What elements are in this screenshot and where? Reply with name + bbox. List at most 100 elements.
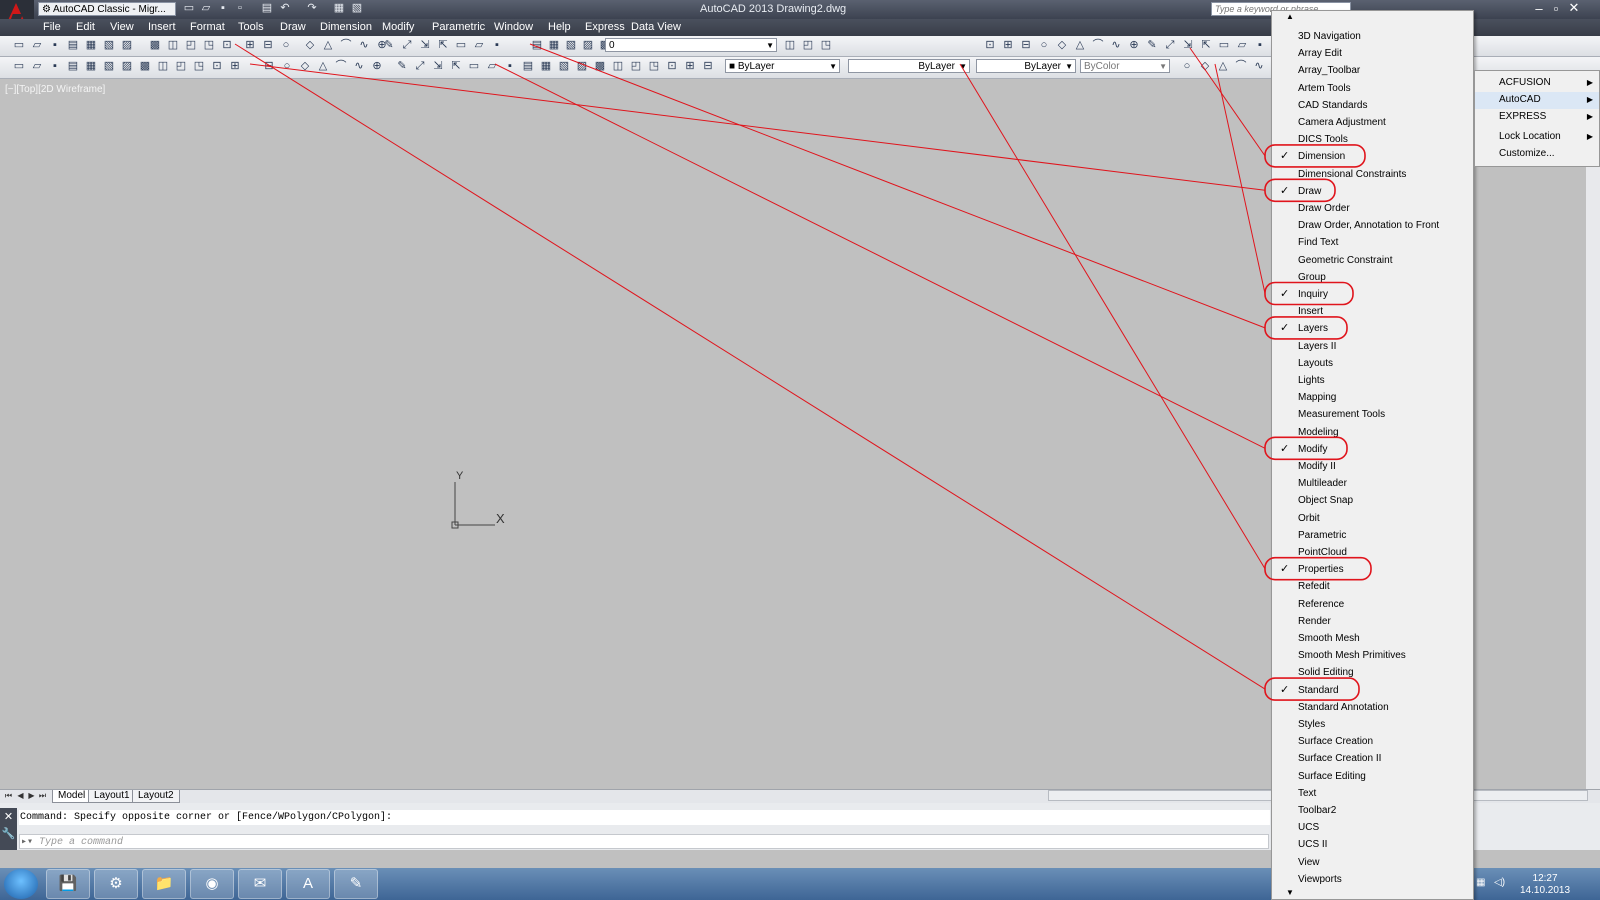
toolbar-button-icon[interactable]: ⇲	[431, 60, 445, 73]
menu-item-solid-editing[interactable]: Solid Editing	[1272, 664, 1473, 681]
toolbar-button-icon[interactable]: ⌒	[1234, 60, 1248, 73]
toolbar-button-icon[interactable]: ⇲	[418, 39, 432, 52]
menu-item-draw-order-annotation-to-front[interactable]: Draw Order, Annotation to Front	[1272, 217, 1473, 234]
toolbar-button-icon[interactable]: ▪	[490, 39, 504, 52]
undo-icon[interactable]: ↶	[278, 2, 292, 15]
first-tab-icon[interactable]: ⏮	[4, 790, 13, 801]
toolbar-button-icon[interactable]: ▪	[48, 39, 62, 52]
toolbar-button-icon[interactable]: ⤢	[1163, 39, 1177, 52]
menu-item-toolbar2[interactable]: Toolbar2	[1272, 802, 1473, 819]
menu-item-measurement-tools[interactable]: Measurement Tools	[1272, 406, 1473, 423]
layer-dropdown[interactable]: 0 ▼	[605, 38, 777, 52]
toolbar-button-icon[interactable]: ▩	[138, 60, 152, 73]
menu-item-layers[interactable]: ✓ Layers	[1272, 320, 1473, 337]
toolbar-button-icon[interactable]: ▪	[503, 60, 517, 73]
tray-network-icon[interactable]: ▦	[1476, 877, 1485, 888]
menu-item-object-snap[interactable]: Object Snap	[1272, 492, 1473, 509]
toolbar-button-icon[interactable]: ∿	[352, 60, 366, 73]
menu-item-multileader[interactable]: Multileader	[1272, 475, 1473, 492]
toolbar-button-icon[interactable]: ○	[280, 60, 294, 73]
toolbar-button-icon[interactable]: ◫	[156, 60, 170, 73]
toolbar-button-icon[interactable]: ▱	[472, 39, 486, 52]
toolbar-button-icon[interactable]: ▤	[530, 39, 544, 52]
toolbar-button-icon[interactable]: ▱	[30, 60, 44, 73]
toolbar-button-icon[interactable]: ◇	[298, 60, 312, 73]
prev-tab-icon[interactable]: ◀	[16, 790, 25, 801]
toolbar-button-icon[interactable]: ◳	[819, 39, 833, 52]
close-icon[interactable]: ✕	[0, 810, 17, 823]
toolbar-button-icon[interactable]: ⊕	[370, 60, 384, 73]
last-tab-icon[interactable]: ⏭	[38, 790, 47, 801]
toolbar-button-icon[interactable]: ▤	[66, 39, 80, 52]
viewport-controls[interactable]: [−][Top][2D Wireframe]	[5, 84, 105, 95]
menu-view[interactable]: View	[110, 21, 134, 33]
toolbar-button-icon[interactable]: ○	[279, 39, 293, 52]
toolbar-button-icon[interactable]: △	[1073, 39, 1087, 52]
toolbar-button-icon[interactable]: ▭	[1217, 39, 1231, 52]
menu-item-cad-standards[interactable]: CAD Standards	[1272, 97, 1473, 114]
wrench-icon[interactable]: 🔧	[0, 827, 17, 840]
toolbar-button-icon[interactable]: ▨	[120, 39, 134, 52]
minimize-icon[interactable]: –	[1531, 1, 1547, 17]
toolbar-button-icon[interactable]: ▱	[1235, 39, 1249, 52]
save-icon[interactable]: ▪	[216, 2, 230, 15]
paint-app-icon[interactable]: ✎	[334, 869, 378, 899]
menu-item-smooth-mesh-primitives[interactable]: Smooth Mesh Primitives	[1272, 647, 1473, 664]
menu-item-pointcloud[interactable]: PointCloud	[1272, 544, 1473, 561]
menu-item-find-text[interactable]: Find Text	[1272, 234, 1473, 251]
toolbar-button-icon[interactable]: ▩	[148, 39, 162, 52]
submenu-item-lock-location[interactable]: Lock Location ▶	[1475, 129, 1599, 146]
redo-icon[interactable]: ↷	[305, 2, 319, 15]
menu-item-viewports[interactable]: Viewports	[1272, 871, 1473, 888]
toolbar-button-icon[interactable]: ▧	[102, 60, 116, 73]
toolbar-button-icon[interactable]: ⊟	[1019, 39, 1033, 52]
toolbar-button-icon[interactable]: ◰	[629, 60, 643, 73]
print-icon[interactable]: ▦	[332, 2, 346, 15]
menu-item-dimensional-constraints[interactable]: Dimensional Constraints	[1272, 166, 1473, 183]
open-file-icon[interactable]: ▱	[199, 2, 213, 15]
menu-tools[interactable]: Tools	[238, 21, 264, 33]
menu-item-parametric[interactable]: Parametric	[1272, 527, 1473, 544]
toolbar-button-icon[interactable]: ▧	[102, 39, 116, 52]
toolbar-button-icon[interactable]: ◰	[801, 39, 815, 52]
menu-item-inquiry[interactable]: ✓ Inquiry	[1272, 286, 1473, 303]
plotstyle-dropdown[interactable]: ByColor ▼	[1080, 59, 1170, 73]
restore-icon[interactable]: ▫	[1548, 1, 1564, 17]
menu-file[interactable]: File	[43, 21, 61, 33]
menu-item-surface-editing[interactable]: Surface Editing	[1272, 768, 1473, 785]
toolbar-button-icon[interactable]: ⤢	[413, 60, 427, 73]
tab-model[interactable]: Model	[52, 790, 92, 803]
menu-item-draw-order[interactable]: Draw Order	[1272, 200, 1473, 217]
menu-item-array-edit[interactable]: Array Edit	[1272, 45, 1473, 62]
menu-item-insert[interactable]: Insert	[1272, 303, 1473, 320]
toolbar-button-icon[interactable]: ∿	[1252, 60, 1266, 73]
menu-window[interactable]: Window	[494, 21, 533, 33]
menu-scroll-up-icon[interactable]: ▲	[1286, 12, 1294, 21]
toolbar-button-icon[interactable]: ∿	[357, 39, 371, 52]
mail-app-icon[interactable]: ✉	[238, 869, 282, 899]
toolbar-button-icon[interactable]: △	[321, 39, 335, 52]
toolbar-button-icon[interactable]: ◳	[647, 60, 661, 73]
toolbar-button-icon[interactable]: △	[316, 60, 330, 73]
linetype-dropdown[interactable]: ByLayer ▼	[848, 59, 970, 73]
toolbar-button-icon[interactable]: ▦	[84, 60, 98, 73]
menu-item-dimension[interactable]: ✓ Dimension	[1272, 148, 1473, 165]
toolbar-button-icon[interactable]: ▨	[120, 60, 134, 73]
floppy-app-icon[interactable]: 💾	[46, 869, 90, 899]
menu-item-standard[interactable]: ✓ Standard	[1272, 682, 1473, 699]
toolbar-button-icon[interactable]: ⊡	[220, 39, 234, 52]
toolbar-button-icon[interactable]: ⌒	[339, 39, 353, 52]
save-as-icon[interactable]: ▫	[233, 2, 247, 15]
menu-item-standard-annotation[interactable]: Standard Annotation	[1272, 699, 1473, 716]
menu-express[interactable]: Express	[585, 21, 625, 33]
tab-layout2[interactable]: Layout2	[132, 790, 180, 803]
toolbar-button-icon[interactable]: ✎	[1145, 39, 1159, 52]
toolbar-button-icon[interactable]: ⊕	[1127, 39, 1141, 52]
toolbar-button-icon[interactable]: ⊡	[210, 60, 224, 73]
toolbar-button-icon[interactable]: ▧	[557, 60, 571, 73]
toolbar-button-icon[interactable]: ⇱	[1199, 39, 1213, 52]
menu-item-draw[interactable]: ✓ Draw	[1272, 183, 1473, 200]
menu-item-camera-adjustment[interactable]: Camera Adjustment	[1272, 114, 1473, 131]
next-tab-icon[interactable]: ▶	[27, 790, 36, 801]
toolbar-button-icon[interactable]: ▨	[581, 39, 595, 52]
